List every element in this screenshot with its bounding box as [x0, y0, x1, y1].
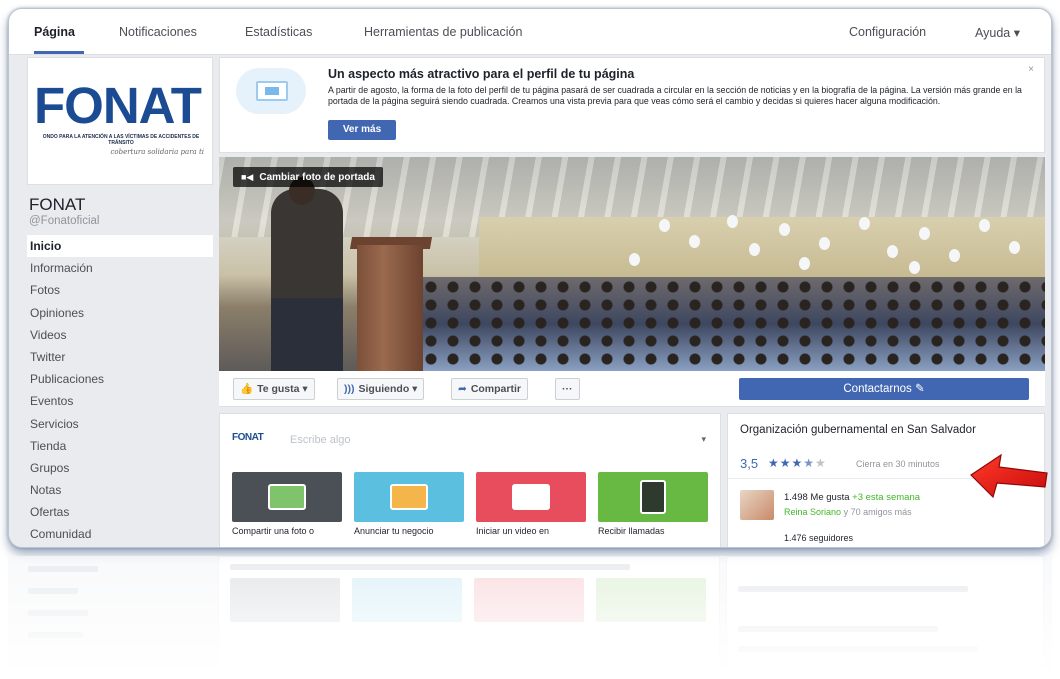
composer-input[interactable]: Escribe algo [290, 434, 351, 446]
star-rating-icon[interactable]: ★★★★★ [768, 456, 827, 470]
logo-slogan: cobertura solidaria para ti [110, 148, 204, 156]
page-action-bar: 👍 Te gusta ▾ ))) Siguiendo ▾ ➦ Compartir ··… [219, 371, 1045, 407]
sidebar-item-opiniones[interactable]: Opiniones [27, 302, 213, 324]
like-label: Te gusta ▾ [257, 383, 308, 395]
likes-this-week: +3 esta semana [852, 492, 921, 503]
help-menu[interactable]: Ayuda ▾ [975, 25, 1020, 40]
opening-hours: Cierra en 30 minutos [856, 459, 940, 469]
start-video-tile[interactable] [476, 472, 586, 522]
podium [357, 245, 423, 371]
friends-suffix: y 70 amigos más [843, 507, 912, 517]
share-photo-tile[interactable] [232, 472, 342, 522]
mirror-reflection [8, 556, 1052, 676]
contact-us-button[interactable]: Contactarnos ✎ [739, 378, 1029, 400]
sidebar-item-videos[interactable]: Videos [27, 324, 213, 346]
audience-dropdown[interactable]: ▾ [701, 434, 706, 445]
start-video-label: Iniciar un video en [476, 526, 550, 536]
phone-icon [640, 480, 666, 514]
sidebar-item-inicio[interactable]: Inicio [27, 235, 213, 258]
active-tab-indicator [34, 51, 84, 54]
friends-who-like: Reina Soriano y 70 amigos más [784, 507, 912, 517]
tab-pagina[interactable]: Página [34, 25, 75, 39]
sidebar-item-comunidad[interactable]: Comunidad [27, 523, 213, 545]
logo-wordmark: FONAT [34, 77, 202, 134]
profile-picture-notice: Un aspecto más atractivo para el perfil … [219, 57, 1045, 153]
notice-body: A partir de agosto, la forma de la foto … [328, 85, 1022, 106]
profile-picture[interactable]: FONAT ONDO PARA LA ATENCIÓN A LAS VÍCTIM… [27, 57, 213, 185]
sidebar-item-fotos[interactable]: Fotos [27, 279, 213, 301]
like-button[interactable]: 👍 Te gusta ▾ [233, 378, 315, 400]
post-composer: FONAT Escribe algo ▾ Compartir una foto … [219, 413, 721, 547]
likes-total: 1.498 Me gusta [784, 492, 850, 503]
advertise-business-tile[interactable] [354, 472, 464, 522]
rating-value: 3,5 [740, 456, 759, 471]
likes-count: 1.498 Me gusta +3 esta semana [784, 492, 920, 503]
sidebar-item-ofertas[interactable]: Ofertas [27, 501, 213, 523]
more-options-button[interactable]: ··· [555, 378, 580, 400]
change-cover-label: Cambiar foto de portada [259, 172, 375, 183]
advertise-business-label: Anunciar tu negocio [354, 526, 434, 536]
share-button[interactable]: ➦ Compartir [451, 378, 528, 400]
following-button[interactable]: ))) Siguiendo ▾ [337, 378, 425, 400]
profile-preview-icon [236, 68, 306, 114]
sidebar-item-informacion[interactable]: Información [27, 257, 213, 279]
sidebar-item-servicios[interactable]: Servicios [27, 413, 213, 435]
logo-subtitle: ONDO PARA LA ATENCIÓN A LAS VÍCTIMAS DE … [42, 134, 200, 146]
change-cover-button[interactable]: ■◀ Cambiar foto de portada [233, 167, 383, 187]
rss-icon: ))) [344, 383, 355, 395]
sidebar-nav: Inicio Información Fotos Opiniones Video… [27, 235, 213, 546]
sidebar-item-tienda[interactable]: Tienda [27, 435, 213, 457]
notice-title: Un aspecto más atractivo para el perfil … [328, 67, 635, 81]
red-arrow-icon [970, 453, 1048, 499]
page-category[interactable]: Organización gubernamental en San Salvad… [740, 424, 980, 437]
tab-estadisticas[interactable]: Estadísticas [245, 25, 312, 39]
sidebar-item-publicaciones[interactable]: Publicaciones [27, 368, 213, 390]
see-more-button[interactable]: Ver más [328, 120, 396, 140]
followers-count: 1.476 seguidores [784, 533, 854, 543]
following-label: Siguiendo ▾ [358, 383, 418, 395]
share-arrow-icon: ➦ [458, 383, 467, 395]
page-username[interactable]: @Fonatoficial [29, 215, 99, 227]
share-label: Compartir [470, 383, 521, 395]
sidebar-item-grupos[interactable]: Grupos [27, 457, 213, 479]
audience-crowd [399, 277, 1045, 371]
tab-herramientas[interactable]: Herramientas de publicación [364, 25, 522, 39]
facebook-page-screenshot: Página Notificaciones Estadísticas Herra… [8, 8, 1052, 548]
composer-avatar: FONAT [232, 432, 264, 443]
settings-link[interactable]: Configuración [849, 25, 926, 39]
page-tab-bar: Página Notificaciones Estadísticas Herra… [9, 9, 1051, 55]
share-photo-label: Compartir una foto o [232, 526, 315, 536]
sidebar-item-eventos[interactable]: Eventos [27, 390, 213, 412]
page-title[interactable]: FONAT [29, 195, 85, 215]
billboard-icon [390, 484, 428, 510]
receive-calls-tile[interactable] [598, 472, 708, 522]
video-camera-icon: ■◀ [241, 172, 254, 182]
cover-photo: ■◀ Cambiar foto de portada [219, 157, 1045, 371]
photo-icon [268, 484, 306, 510]
speaker-figure [271, 177, 343, 371]
friend-name-link[interactable]: Reina Soriano [784, 507, 841, 517]
tab-notificaciones[interactable]: Notificaciones [119, 25, 197, 39]
thumbs-up-icon: 👍 [240, 383, 254, 395]
close-icon[interactable]: × [1028, 64, 1034, 75]
sidebar-item-notas[interactable]: Notas [27, 479, 213, 501]
sidebar-item-twitter[interactable]: Twitter [27, 346, 213, 368]
friend-avatar[interactable] [740, 490, 774, 520]
receive-calls-label: Recibir llamadas [598, 526, 665, 536]
video-icon [512, 484, 550, 510]
